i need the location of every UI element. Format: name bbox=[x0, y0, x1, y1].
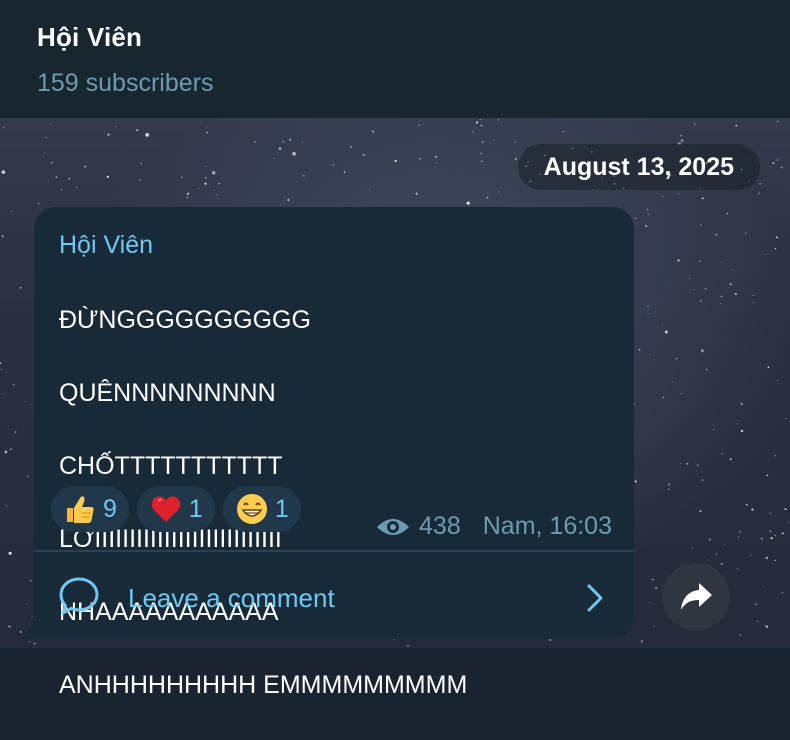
grinning-face-icon bbox=[236, 494, 267, 524]
reaction-count: 9 bbox=[103, 494, 117, 523]
subscriber-count: 159 subscribers bbox=[37, 69, 214, 97]
chevron-right-icon bbox=[587, 584, 603, 612]
channel-post[interactable]: Hội Viên ĐỪNGGGGGGGGGG QUÊNNNNNNNNN CHỐT… bbox=[34, 207, 634, 699]
eye-icon bbox=[377, 518, 410, 535]
share-arrow-icon bbox=[681, 583, 712, 610]
post-sender: Hội Viên bbox=[59, 231, 154, 259]
post-author-time: Nam, 16:03 bbox=[482, 512, 612, 540]
reaction-count: 1 bbox=[274, 494, 289, 523]
date-separator: August 13, 2025 bbox=[517, 144, 760, 190]
reaction-count: 1 bbox=[188, 494, 203, 523]
thumbs-up-icon bbox=[67, 496, 94, 523]
channel-header[interactable]: Hội Viên 159 subscribers bbox=[0, 0, 790, 118]
post-line: CHỐTTTTTTTTTTT bbox=[59, 451, 283, 480]
leave-comment-button[interactable]: Leave a comment bbox=[34, 552, 634, 639]
reaction-grin[interactable]: 1 bbox=[222, 486, 301, 532]
post-line: QUÊNNNNNNNNN bbox=[59, 378, 276, 407]
post-meta: 438 Nam, 16:03 bbox=[375, 512, 612, 541]
red-heart-icon bbox=[151, 496, 181, 522]
reaction-heart[interactable]: 1 bbox=[136, 486, 215, 532]
share-button[interactable] bbox=[662, 563, 730, 631]
post-line: ĐỪNGGGGGGGGGG bbox=[59, 305, 311, 334]
reaction-thumbs-up[interactable]: 9 bbox=[51, 486, 129, 532]
channel-title: Hội Viên bbox=[37, 22, 143, 52]
reaction-bar: 9 1 1 bbox=[51, 486, 301, 532]
comment-bubble-icon bbox=[59, 577, 99, 615]
leave-comment-label: Leave a comment bbox=[128, 583, 335, 613]
post-line: ANHHHHHHHHH EMMMMMMMMM bbox=[59, 670, 468, 699]
view-count: 438 bbox=[419, 512, 461, 540]
